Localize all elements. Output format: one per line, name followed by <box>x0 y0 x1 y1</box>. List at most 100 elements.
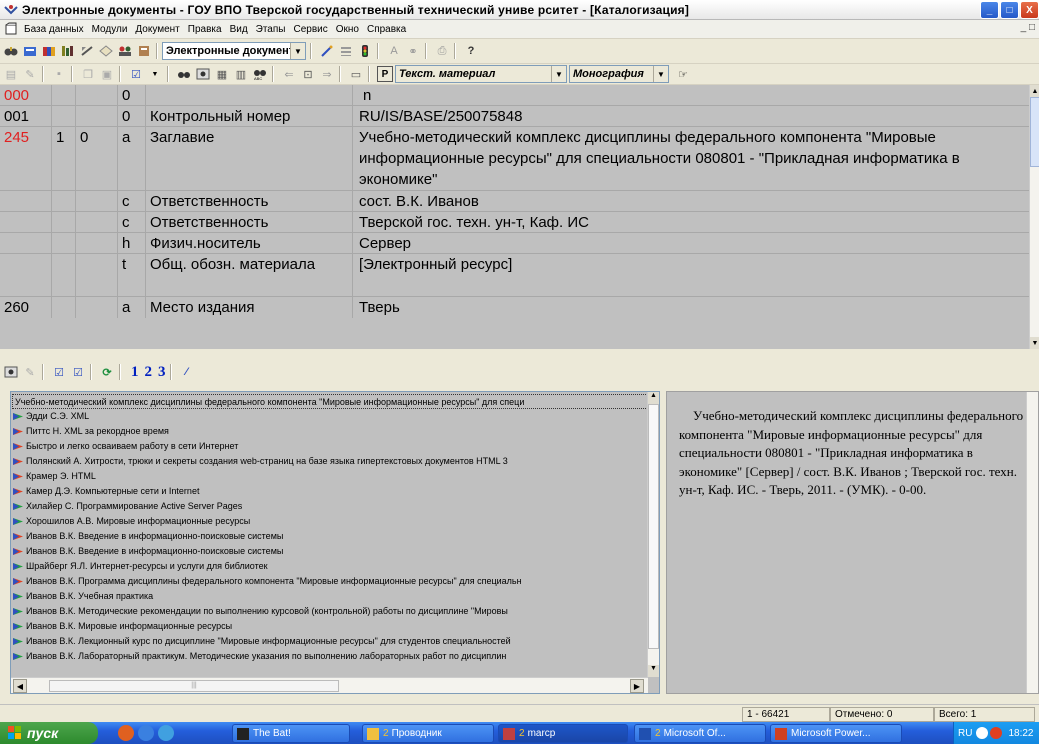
library-icon[interactable] <box>60 43 76 59</box>
scroll-up-icon[interactable]: ▲ <box>1030 85 1039 97</box>
field-value-cell[interactable]: сост. В.К. Иванов <box>353 191 1029 211</box>
font-icon[interactable]: A <box>386 43 402 59</box>
list-icon[interactable] <box>338 43 354 59</box>
list-item[interactable]: Хорошилов А.В. Мировые информационные ре… <box>11 514 649 529</box>
record-row[interactable]: 245 1 0 a Заглавие Учебно-методический к… <box>0 127 1029 191</box>
maximize-button[interactable]: □ <box>1000 1 1019 19</box>
diamond-icon[interactable] <box>98 43 114 59</box>
ind1-cell[interactable] <box>52 191 76 211</box>
menu-view[interactable]: Вид <box>230 24 248 35</box>
subfield-cell[interactable]: a <box>118 127 146 190</box>
tag-cell[interactable] <box>0 212 52 232</box>
field-value-cell[interactable]: RU/IS/BASE/250075848 <box>353 106 1029 126</box>
arrow-right-icon[interactable]: ⇒ <box>319 66 335 82</box>
edit-record-icon[interactable]: ✎ <box>22 66 38 82</box>
list-item[interactable]: Иванов В.К. Введение в информационно-пои… <box>11 544 649 559</box>
tag-cell[interactable] <box>0 254 52 296</box>
check-icon[interactable]: ☑ <box>51 364 67 380</box>
tag-cell[interactable] <box>0 191 52 211</box>
p-icon[interactable]: P <box>377 66 393 82</box>
menu-service[interactable]: Сервис <box>293 24 327 35</box>
menu-database[interactable]: База данных <box>24 24 84 35</box>
list-item[interactable]: Полянский А. Хитрости, трюки и секреты с… <box>11 454 649 469</box>
subfield-cell[interactable]: h <box>118 233 146 253</box>
field-value-cell[interactable]: Учебно-методический комплекс дисциплины … <box>353 127 1029 190</box>
field-value-cell[interactable]: Сервер <box>353 233 1029 253</box>
opera-icon[interactable] <box>118 725 134 741</box>
books-icon[interactable] <box>41 43 57 59</box>
copy-icon[interactable]: ❐ <box>80 66 96 82</box>
scroll-left-icon[interactable]: ◀ <box>13 679 27 693</box>
scroll-up-icon[interactable]: ▲ <box>648 392 659 404</box>
traffic-light-icon[interactable] <box>357 43 373 59</box>
reader-icon[interactable] <box>136 43 152 59</box>
desktop-icon[interactable] <box>158 725 174 741</box>
field-value-cell[interactable]: n <box>353 85 1029 105</box>
binoculars-icon[interactable] <box>3 43 19 59</box>
task-marcp[interactable]: 2 marcp <box>498 724 628 743</box>
record-row[interactable]: c Ответственность сост. В.К. Иванов <box>0 191 1029 212</box>
list-item[interactable]: Быстро и легко осваиваем работу в сети И… <box>11 439 649 454</box>
subfield-cell[interactable]: 0 <box>118 85 146 105</box>
ind1-cell[interactable] <box>52 254 76 296</box>
language-indicator[interactable]: RU <box>958 728 972 739</box>
subfield-cell[interactable]: t <box>118 254 146 296</box>
list-item[interactable]: Камер Д.Э. Компьютерные сети и Internet <box>11 484 649 499</box>
record-row[interactable]: h Физич.носитель Сервер <box>0 233 1029 254</box>
ind1-cell[interactable] <box>52 212 76 232</box>
tag-cell[interactable] <box>0 233 52 253</box>
menu-stages[interactable]: Этапы <box>256 24 286 35</box>
record-row[interactable]: 000 0 n <box>0 85 1029 106</box>
scroll-down-icon[interactable]: ▼ <box>648 665 659 677</box>
arrow-left-icon[interactable]: ⇐ <box>281 66 297 82</box>
ind2-cell[interactable] <box>76 233 118 253</box>
hscroll-thumb[interactable]: ||| <box>49 680 339 692</box>
list-item[interactable]: Питтс Н. XML за рекордное время <box>11 424 649 439</box>
search-all-icon[interactable]: ABC <box>252 66 268 82</box>
view-2-button[interactable]: 2 <box>145 364 153 381</box>
record-row[interactable]: 001 0 Контрольный номер RU/IS/BASE/25007… <box>0 106 1029 127</box>
list-item[interactable]: Шрайберг Я.Л. Интернет-ресурсы и услуги … <box>11 559 649 574</box>
help-icon[interactable]: ? <box>463 43 479 59</box>
menu-help[interactable]: Справка <box>367 24 406 35</box>
record-row[interactable]: 260 a Место издания Тверь <box>0 297 1029 318</box>
list-item[interactable]: Иванов В.К. Программа дисциплины федерал… <box>11 574 649 589</box>
ind2-cell[interactable] <box>76 85 118 105</box>
list-item[interactable]: Иванов В.К. Учебная практика <box>11 589 649 604</box>
wand-icon[interactable] <box>319 43 335 59</box>
save-icon[interactable]: ▪ <box>51 66 67 82</box>
scroll-right-icon[interactable]: ▶ <box>630 679 644 693</box>
paste-icon[interactable]: ▣ <box>99 66 115 82</box>
chevron-down-icon[interactable]: ▼ <box>290 43 305 59</box>
ind1-cell[interactable] <box>52 85 76 105</box>
list-item[interactable]: Иванов В.К. Мировые информационные ресур… <box>11 619 649 634</box>
grid-scrollbar[interactable]: ▲ ▼ <box>1029 85 1039 349</box>
list-hscrollbar[interactable]: ◀ ||| ▶ <box>11 677 648 693</box>
mdi-controls[interactable]: _ □ <box>1021 22 1035 33</box>
list-item[interactable]: Крамер Э. HTML <box>11 469 649 484</box>
view-1-button[interactable]: 1 <box>131 364 139 381</box>
menu-document[interactable]: Документ <box>135 24 179 35</box>
record-row[interactable]: c Ответственность Тверской гос. техн. ун… <box>0 212 1029 233</box>
ind2-cell[interactable]: 0 <box>76 127 118 190</box>
database-select[interactable]: Электронные документы ▼ <box>162 42 306 60</box>
scroll-down-icon[interactable]: ▼ <box>1030 337 1039 349</box>
list-item[interactable]: Учебно-методический комплекс дисциплины … <box>12 394 650 409</box>
printer-icon[interactable]: ⎙ <box>434 43 450 59</box>
ind2-cell[interactable] <box>76 191 118 211</box>
menu-modules[interactable]: Модули <box>92 24 128 35</box>
field-value-cell[interactable]: Тверь <box>353 297 1029 318</box>
ind2-cell[interactable] <box>76 212 118 232</box>
ie-icon[interactable] <box>138 725 154 741</box>
record-row[interactable]: t Общ. обозн. материала [Электронный рес… <box>0 254 1029 297</box>
ind2-cell[interactable] <box>76 297 118 318</box>
users-icon[interactable] <box>117 43 133 59</box>
percent-icon[interactable]: ⁄ <box>179 364 195 380</box>
minimize-button[interactable]: _ <box>980 1 999 19</box>
tag-cell[interactable]: 001 <box>0 106 52 126</box>
ind1-cell[interactable]: 1 <box>52 127 76 190</box>
pointer-hand-icon[interactable]: ☞ <box>675 66 691 82</box>
ind1-cell[interactable] <box>52 297 76 318</box>
tag-cell[interactable]: 000 <box>0 85 52 105</box>
network-icon[interactable] <box>976 727 989 739</box>
